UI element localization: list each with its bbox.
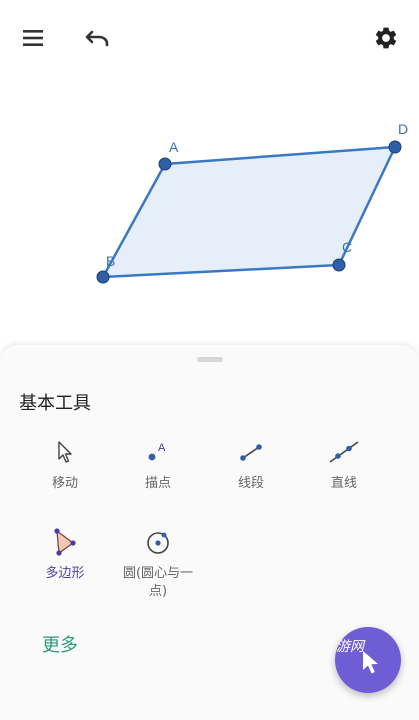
hamburger-menu-icon [23, 30, 43, 46]
undo-icon [85, 30, 109, 47]
tool-label: 线段 [237, 476, 264, 491]
circle-center-point-icon [147, 532, 169, 554]
tool-segment[interactable]: 线段 [206, 435, 296, 493]
polygon-icon [54, 528, 76, 556]
point-label-b: B [106, 253, 115, 269]
point-label-c: C [342, 239, 352, 255]
geometry-canvas[interactable]: A D C B [0, 80, 419, 345]
point-icon: A [148, 442, 166, 461]
point-a[interactable] [158, 157, 172, 171]
tool-label: 移动 [51, 476, 78, 491]
tool-line[interactable]: 直线 [299, 435, 389, 493]
more-tools-link[interactable]: 更多 [42, 631, 78, 657]
tool-point[interactable]: A 描点 [113, 435, 203, 493]
tool-label-line1: 圆(圆心与一 [122, 566, 194, 581]
tool-label: 圆(圆心与一 点) [113, 565, 203, 601]
tool-circle-center-point[interactable]: 圆(圆心与一 点) [113, 525, 203, 601]
svg-text:A: A [158, 442, 166, 454]
point-b[interactable] [96, 270, 110, 284]
tool-label: 多边形 [45, 566, 85, 581]
panel-title: 基本工具 [19, 393, 91, 414]
menu-button[interactable] [13, 18, 53, 58]
tool-label: 描点 [144, 476, 171, 491]
geometry-drawing: A D C B [96, 121, 408, 284]
gear-icon [375, 27, 397, 49]
point-label-a: A [169, 139, 179, 155]
point-label-d: D [398, 121, 408, 137]
undo-button[interactable] [77, 18, 117, 58]
point-c[interactable] [332, 258, 346, 272]
tool-move[interactable]: 移动 [20, 435, 110, 493]
tool-polygon[interactable]: 多边形 [20, 525, 110, 583]
line-icon [329, 441, 359, 463]
watermark-text: 游网 [336, 639, 364, 655]
settings-button[interactable] [366, 18, 406, 58]
segment-icon [240, 444, 262, 461]
top-toolbar [0, 0, 419, 80]
tool-label-line2: 点) [148, 584, 168, 599]
pointer-arrow-icon [58, 441, 72, 463]
parallelogram-polygon[interactable] [101, 145, 397, 279]
panel-drag-handle[interactable] [197, 357, 223, 362]
tool-label: 直线 [330, 476, 357, 491]
point-d[interactable] [388, 140, 402, 154]
